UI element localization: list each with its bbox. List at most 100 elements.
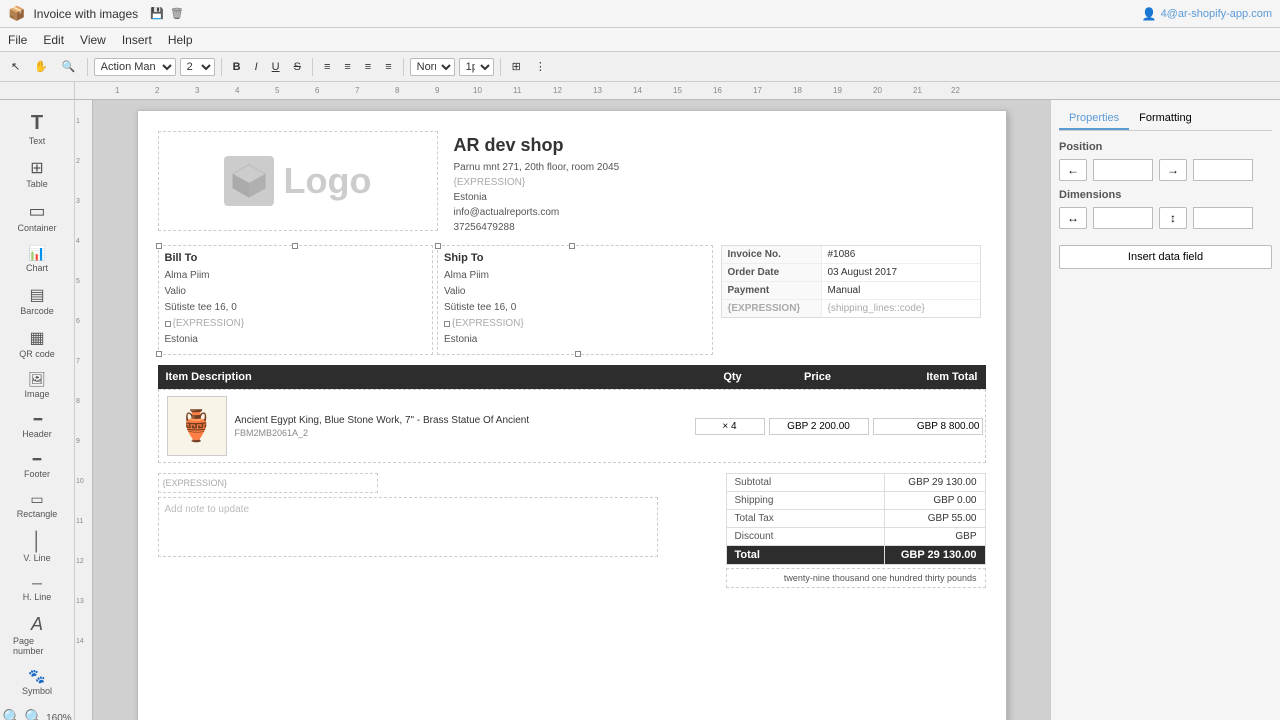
text-label: Text (29, 136, 46, 146)
dimensions-width-btn[interactable]: ↔ (1059, 207, 1087, 229)
zoom-out-btn[interactable]: 🔍 (2, 708, 22, 720)
strikethrough-btn[interactable]: S (289, 58, 306, 76)
more-btn[interactable]: ⋮ (530, 57, 551, 76)
ruler-area: 1 2 3 4 5 6 7 8 9 10 11 12 13 14 15 16 1… (0, 82, 1280, 100)
rectangle-icon: ▭ (30, 491, 43, 508)
grid-btn[interactable]: ⊞ (507, 57, 526, 76)
bill-expr-handle[interactable] (165, 321, 171, 327)
tab-formatting[interactable]: Formatting (1129, 108, 1202, 130)
vertical-ruler: 1 2 3 4 5 6 7 8 9 10 11 12 13 14 (75, 100, 93, 720)
tool-vline[interactable]: │ V. Line (7, 527, 67, 567)
tool-container[interactable]: ▭ Container (7, 197, 67, 237)
meta-table: Invoice No. #1086 Order Date 03 August 2… (721, 245, 981, 318)
menu-edit[interactable]: Edit (43, 33, 64, 47)
pagenumber-icon: A (31, 614, 43, 635)
dimensions-w-input[interactable] (1093, 207, 1153, 229)
tool-symbol[interactable]: 🐾 Symbol (7, 664, 67, 700)
delete-icon[interactable]: 🗑 (170, 7, 184, 20)
menu-insert[interactable]: Insert (122, 33, 152, 47)
handle-tl[interactable] (156, 243, 162, 249)
meta-payment-value: Manual (822, 282, 980, 299)
header-label: Header (22, 429, 52, 439)
tax-label: Total Tax (727, 510, 885, 527)
align-right-btn[interactable]: ≡ (360, 58, 376, 76)
ship-handle-bc[interactable] (575, 351, 581, 357)
tool-hline[interactable]: ─ H. Line (7, 571, 67, 606)
tab-properties[interactable]: Properties (1059, 108, 1129, 130)
dimensions-height-btn[interactable]: ↕ (1159, 207, 1187, 229)
container-icon: ▭ (28, 201, 45, 222)
menu-file[interactable]: File (8, 33, 27, 47)
insert-field-btn[interactable]: Insert data field (1059, 245, 1272, 269)
toolbar: ↖ ✋ 🔍 Action Man 2 B I U S ≡ ≡ ≡ ≡ Norm … (0, 52, 1280, 82)
ship-company: Valio (444, 284, 706, 300)
tool-chart[interactable]: 📊 Chart (7, 241, 67, 277)
symbol-icon: 🐾 (28, 668, 45, 685)
tool-footer[interactable]: ━ Footer (7, 447, 67, 483)
underline-btn[interactable]: U (267, 58, 285, 76)
bill-address: Sütiste tee 16, 0 (165, 300, 427, 316)
note-box[interactable]: Add note to update (158, 497, 658, 557)
align-center-btn[interactable]: ≡ (339, 58, 355, 76)
addr-meta-section: Bill To Alma Piim Valio Sütiste tee 16, … (158, 245, 986, 355)
ship-expr-handle[interactable] (444, 321, 450, 327)
tool-barcode[interactable]: ▤ Barcode (7, 281, 67, 320)
ship-handle-tl[interactable] (435, 243, 441, 249)
align-left-btn[interactable]: ≡ (319, 58, 335, 76)
image-icon: 🖼 (28, 371, 46, 388)
invoice-meta: Invoice No. #1086 Order Date 03 August 2… (721, 245, 986, 355)
th-description: Item Description (166, 371, 698, 383)
italic-btn[interactable]: I (250, 58, 263, 76)
bill-to-label: Bill To (165, 252, 427, 264)
justify-btn[interactable]: ≡ (380, 58, 396, 76)
bold-btn[interactable]: B (228, 58, 246, 76)
ship-handle-tc[interactable] (569, 243, 575, 249)
tool-text[interactable]: T Text (7, 108, 67, 150)
position-y-input[interactable] (1193, 159, 1253, 181)
company-email: info@actualreports.com (454, 205, 986, 220)
size-select[interactable]: 2 (180, 58, 215, 76)
toolbar-search[interactable]: 🔍 (57, 57, 81, 76)
ship-to-label: Ship To (444, 252, 706, 264)
meta-payment: Payment Manual (722, 282, 980, 300)
spacing-select[interactable]: 1pr (459, 58, 494, 76)
tool-pagenumber[interactable]: A Page number (7, 610, 67, 660)
tool-table[interactable]: ⊞ Table (7, 154, 67, 193)
position-x-input[interactable] (1093, 159, 1153, 181)
tool-rectangle[interactable]: ▭ Rectangle (7, 487, 67, 523)
save-icon[interactable]: 💾 (150, 7, 164, 20)
tool-qrcode[interactable]: ▦ QR code (7, 324, 67, 363)
toolbar-hand[interactable]: ✋ (29, 57, 53, 76)
menu-view[interactable]: View (80, 33, 106, 47)
bottom-section: {EXPRESSION} Add note to update Subtotal… (158, 473, 986, 588)
sep4 (403, 58, 404, 76)
dimensions-h-input[interactable] (1193, 207, 1253, 229)
ship-name: Alma Piim (444, 268, 706, 284)
position-right-btn[interactable]: → (1159, 159, 1187, 181)
toolbar-cursor[interactable]: ↖ (6, 57, 25, 76)
user-email: 4@ar-shopify-app.com (1161, 8, 1272, 20)
handle-bl[interactable] (156, 351, 162, 357)
action-select[interactable]: Action Man (94, 58, 176, 76)
discount-label: Discount (727, 528, 885, 545)
tool-image[interactable]: 🖼 Image (7, 367, 67, 403)
app-icon: 📦 (8, 5, 25, 22)
vline-icon: │ (31, 531, 42, 552)
position-label: Position (1059, 141, 1272, 153)
tool-header[interactable]: ━ Header (7, 407, 67, 443)
chart-label: Chart (26, 263, 48, 273)
ship-to-box: Ship To Alma Piim Valio Sütiste tee 16, … (437, 245, 713, 355)
ship-country: Estonia (444, 332, 706, 348)
zoom-in-btn[interactable]: 🔍 (24, 708, 44, 720)
handle-tc[interactable] (292, 243, 298, 249)
sep2 (221, 58, 222, 76)
canvas-scroll[interactable]: Logo AR dev shop Parnu mnt 271, 20th flo… (93, 100, 1050, 720)
meta-expr-label: {EXPRESSION} (722, 300, 822, 317)
menu-help[interactable]: Help (168, 33, 193, 47)
font-select[interactable]: Norm (410, 58, 455, 76)
meta-invoice-value: #1086 (822, 246, 980, 263)
meta-order-date: Order Date 03 August 2017 (722, 264, 980, 282)
table-header: Item Description Qty Price Item Total (158, 365, 986, 389)
position-left-btn[interactable]: ← (1059, 159, 1087, 181)
symbol-label: Symbol (22, 686, 52, 696)
